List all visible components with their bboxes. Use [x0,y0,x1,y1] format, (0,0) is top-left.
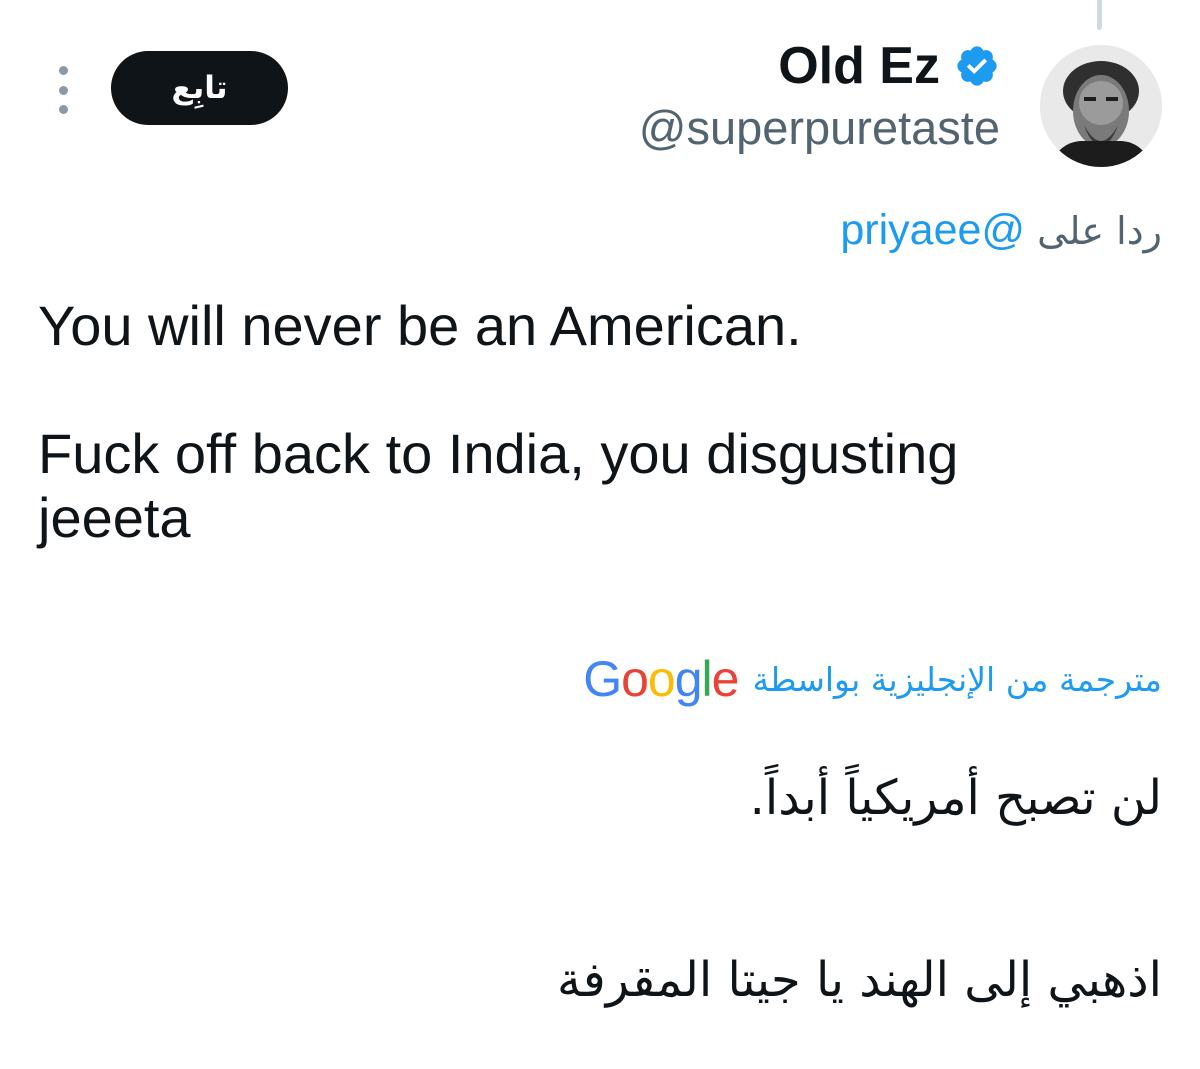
thread-connector-line [1097,0,1102,30]
avatar[interactable] [1040,45,1162,167]
user-handle[interactable]: @superpuretaste [639,100,1000,155]
translation-attribution: مترجمة من الإنجليزية بواسطة Google [583,650,1162,708]
more-options-icon[interactable] [48,66,78,114]
reply-mention-link[interactable]: @priyaee [840,206,1025,254]
more-dot [58,85,68,95]
more-dot [58,66,68,75]
reply-prefix: ردا على [1037,209,1162,253]
author-name-row: Old Ez [778,36,1000,96]
translated-text-line: لن تصبح أمريكياً أبداً. [749,770,1162,826]
verified-badge-icon[interactable] [954,43,1000,89]
reply-context: ردا على @priyaee [840,206,1162,255]
translated-label[interactable]: مترجمة من الإنجليزية بواسطة [752,660,1162,699]
more-dot [58,105,68,114]
display-name[interactable]: Old Ez [778,36,940,96]
google-logo[interactable]: Google [583,650,739,708]
follow-button[interactable]: تابِع [111,51,288,125]
tweet-text: You will never be an American. Fuck off … [38,294,959,549]
avatar-portrait [1040,45,1162,167]
translated-text-line: اذهبي إلى الهند يا جيتا المقرفة [557,952,1162,1008]
